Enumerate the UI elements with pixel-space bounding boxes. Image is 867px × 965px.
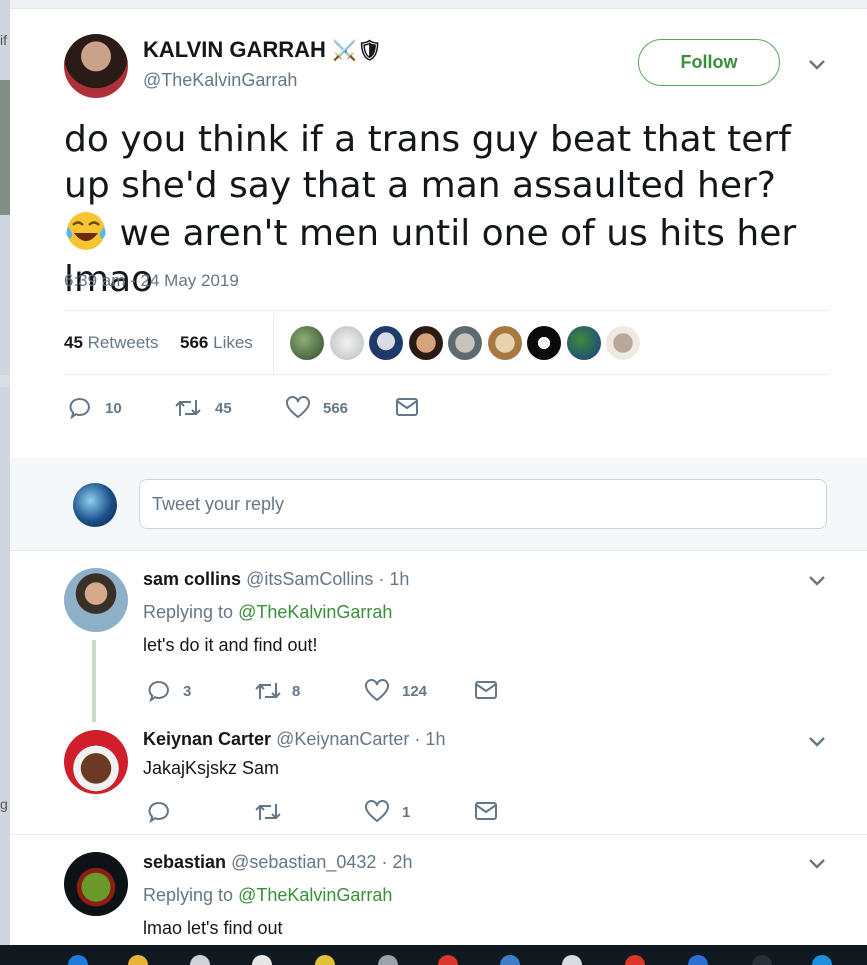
current-user-avatar[interactable] — [73, 483, 117, 527]
retweet-icon[interactable] — [254, 679, 282, 703]
retweet-count: 45 — [215, 400, 232, 417]
liker-avatar[interactable] — [488, 326, 522, 360]
reply-count: 3 — [183, 683, 192, 700]
retweet-count: 8 — [292, 683, 301, 700]
reply-header: sam collins @itsSamCollins · 1h — [143, 569, 409, 590]
reply-time[interactable]: · 1h — [378, 569, 409, 589]
reply-header: sebastian @sebastian_0432 · 2h — [143, 852, 413, 873]
direct-message-icon[interactable] — [474, 801, 498, 821]
liker-avatar[interactable] — [567, 326, 601, 360]
reply-author-name[interactable]: sam collins — [143, 569, 241, 589]
direct-message-icon[interactable] — [474, 680, 498, 700]
follow-button[interactable]: Follow — [638, 39, 780, 86]
reply-count: 10 — [105, 400, 122, 417]
liker-avatar[interactable] — [606, 326, 640, 360]
liker-avatar[interactable] — [527, 326, 561, 360]
like-heart-icon[interactable] — [364, 679, 390, 703]
reply-avatar[interactable] — [64, 852, 128, 916]
tweet-timestamp[interactable]: 6:39 am - 24 May 2019 — [64, 271, 239, 291]
chevron-down-icon[interactable] — [807, 574, 827, 588]
liker-avatar[interactable] — [330, 326, 364, 360]
retweet-icon[interactable] — [174, 396, 202, 420]
author-name[interactable]: KALVIN GARRAH ⚔️🛡 — [143, 37, 382, 63]
background-text-fragment: if — [0, 32, 7, 48]
stats-divider — [273, 313, 274, 375]
reply-header: Keiynan Carter @KeiynanCarter · 1h — [143, 729, 445, 750]
top-border — [10, 0, 867, 9]
liker-avatar[interactable] — [369, 326, 403, 360]
reply-icon[interactable] — [147, 800, 171, 824]
retweet-icon[interactable] — [254, 800, 282, 824]
like-heart-icon[interactable] — [364, 800, 390, 824]
reply-time[interactable]: · 1h — [414, 729, 445, 749]
background-bar-fragment — [0, 375, 10, 387]
author-badge-emoji: ⚔️🛡 — [332, 40, 383, 62]
tweet-text-part: do you think if a trans guy beat that te… — [64, 119, 791, 206]
likes-count: 566 — [180, 333, 209, 352]
thread-line — [92, 640, 96, 722]
reply-author-handle[interactable]: @itsSamCollins — [246, 569, 373, 589]
reply-author-name[interactable]: Keiynan Carter — [143, 729, 271, 749]
tweet-card: KALVIN GARRAH ⚔️🛡 @TheKalvinGarrah Follo… — [10, 0, 867, 945]
likes-stat[interactable]: 566 Likes — [180, 333, 253, 353]
author-handle[interactable]: @TheKalvinGarrah — [143, 70, 297, 91]
author-avatar[interactable] — [64, 34, 128, 98]
chevron-down-icon[interactable] — [807, 735, 827, 749]
replying-to-handle[interactable]: @TheKalvinGarrah — [238, 602, 392, 622]
replying-to-prefix: Replying to — [143, 885, 234, 905]
replying-to-handle[interactable]: @TheKalvinGarrah — [238, 885, 392, 905]
like-heart-icon[interactable] — [285, 396, 311, 420]
reply-author-handle[interactable]: @KeiynanCarter — [276, 729, 409, 749]
divider — [10, 834, 867, 835]
author-name-text: KALVIN GARRAH — [143, 37, 326, 62]
liker-avatar[interactable] — [448, 326, 482, 360]
tears-of-joy-emoji-icon — [66, 212, 106, 250]
liker-avatar[interactable] — [290, 326, 324, 360]
reply-icon[interactable] — [147, 679, 171, 703]
likes-label: Likes — [213, 333, 253, 352]
replying-to-prefix: Replying to — [143, 602, 234, 622]
liker-avatar[interactable] — [409, 326, 443, 360]
divider — [10, 550, 867, 551]
replying-to: Replying to @TheKalvinGarrah — [143, 885, 392, 906]
reply-avatar[interactable] — [64, 730, 128, 794]
background-text-fragment: g — [0, 796, 8, 812]
reply-input[interactable]: Tweet your reply — [139, 479, 827, 529]
reply-time[interactable]: · 2h — [381, 852, 412, 872]
chevron-down-icon[interactable] — [807, 58, 827, 72]
reply-author-name[interactable]: sebastian — [143, 852, 226, 872]
direct-message-icon[interactable] — [395, 397, 419, 417]
reply-avatar[interactable] — [64, 568, 128, 632]
chevron-down-icon[interactable] — [807, 857, 827, 871]
reply-icon[interactable] — [68, 396, 92, 420]
divider — [64, 310, 829, 311]
divider — [64, 374, 829, 375]
like-count: 566 — [323, 400, 349, 417]
like-count: 1 — [402, 804, 411, 821]
reply-text: lmao let's find out — [143, 918, 283, 938]
reply-text: JakajKsjskz Sam — [143, 758, 280, 778]
like-count: 124 — [402, 683, 428, 700]
retweets-stat[interactable]: 45 Retweets — [64, 333, 159, 353]
retweets-count: 45 — [64, 333, 83, 352]
reply-author-handle[interactable]: @sebastian_0432 — [231, 852, 376, 872]
reply-text: let's do it and find out! — [143, 635, 318, 655]
replying-to: Replying to @TheKalvinGarrah — [143, 602, 392, 623]
retweets-label: Retweets — [87, 333, 159, 352]
background-image-fragment — [0, 80, 10, 215]
